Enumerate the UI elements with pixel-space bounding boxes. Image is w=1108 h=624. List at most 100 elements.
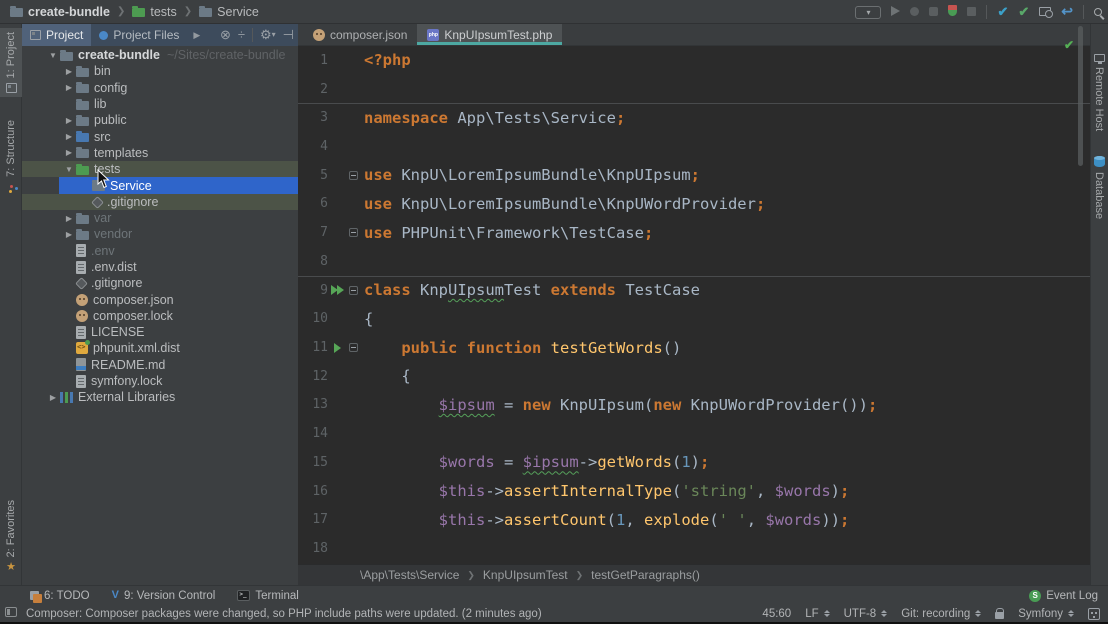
toolwindow-button-6-todo[interactable]: 6: TODO: [30, 590, 90, 603]
tree-item-env[interactable]: .env: [22, 243, 298, 259]
lock-status-widget[interactable]: [995, 608, 1005, 619]
code-token: ,: [755, 482, 775, 501]
toolwindow-button-remote-host[interactable]: Remote Host: [1090, 50, 1108, 135]
collapse-all-button[interactable]: ÷: [238, 28, 245, 42]
nav-breadcrumb-create-bundle[interactable]: create-bundle: [4, 4, 116, 20]
tree-item-external-libraries[interactable]: ▶ External Libraries: [22, 389, 298, 405]
rollback-button[interactable]: ↩: [1061, 3, 1073, 21]
tree-item-phpunit-xml-dist[interactable]: phpunit.xml.dist: [22, 340, 298, 356]
status-widget-utf-8[interactable]: UTF-8: [844, 608, 888, 620]
expand-arrow-icon[interactable]: ▶: [62, 148, 76, 157]
debug-icon: [910, 7, 920, 16]
tree-item-license[interactable]: LICENSE: [22, 324, 298, 340]
fold-marker-icon[interactable]: [346, 170, 360, 180]
debug-button[interactable]: [910, 3, 920, 21]
line-number: 18: [312, 541, 328, 557]
tab-project-files[interactable]: Project Files: [91, 24, 187, 46]
status-widget-45-60[interactable]: 45:60: [762, 608, 791, 620]
nav-breadcrumb-tests[interactable]: tests: [126, 4, 182, 20]
code-line: 8: [298, 247, 1090, 276]
tree-item-tests[interactable]: ▼ tests: [22, 161, 298, 178]
toolwindow-toggle-icon[interactable]: [5, 607, 17, 617]
search-everywhere-button[interactable]: [1094, 3, 1102, 21]
tree-item-public[interactable]: ▶ public: [22, 112, 298, 128]
toolwindow-button-structure[interactable]: 7: Structure: [0, 116, 22, 195]
tree-item-var[interactable]: ▶ var: [22, 210, 298, 226]
editor-breadcrumb-app-tests-service[interactable]: \App\Tests\Service: [360, 568, 459, 582]
expand-arrow-icon[interactable]: ▶: [46, 393, 60, 402]
tree-item-composer-lock[interactable]: composer.lock: [22, 308, 298, 324]
toolwindow-button-favorites[interactable]: 2: Favorites ★: [0, 496, 22, 577]
line-number: 11: [312, 340, 328, 356]
expand-arrow-icon[interactable]: ▶: [62, 83, 76, 92]
editor-breadcrumb-testgetparagraphs[interactable]: testGetParagraphs(): [591, 568, 700, 582]
expand-arrow-icon[interactable]: ▶: [62, 214, 76, 223]
tree-item-symfony-lock[interactable]: symfony.lock: [22, 373, 298, 389]
kill-button[interactable]: [929, 3, 939, 21]
tree-item-create-bundle[interactable]: ▼ create-bundle ~/Sites/create-bundle: [22, 47, 298, 63]
code-line: 18: [298, 534, 1090, 563]
toolwindow-button-9-version-control[interactable]: V 9: Version Control: [112, 590, 216, 602]
event-log-label: Event Log: [1046, 589, 1098, 602]
toolwindow-button-database[interactable]: Database: [1090, 152, 1108, 223]
folder-icon: [76, 114, 89, 126]
status-widget-symfony[interactable]: Symfony: [1018, 608, 1074, 620]
expand-arrow-icon[interactable]: ▶: [62, 132, 76, 141]
run-test-icon[interactable]: [328, 285, 346, 296]
tree-item-gitignore[interactable]: .gitignore: [22, 275, 298, 291]
fold-marker-icon[interactable]: [346, 228, 360, 238]
tree-item-gitignore[interactable]: .gitignore: [22, 193, 298, 210]
code-token: Knp: [410, 281, 448, 300]
run-with-coverage-button[interactable]: [948, 3, 958, 21]
editor-tab-composer-json[interactable]: composer.json: [303, 24, 417, 45]
run-test-icon[interactable]: [328, 342, 346, 353]
fold-marker-icon[interactable]: [346, 285, 360, 295]
tree-item-readme-md[interactable]: README.md: [22, 357, 298, 373]
toolwindow-button-terminal[interactable]: Terminal: [237, 590, 299, 602]
run-config-combo-button[interactable]: ▾: [855, 5, 882, 19]
status-message[interactable]: Composer: Composer packages were changed…: [0, 608, 542, 620]
stop-button[interactable]: [967, 3, 977, 21]
tree-item-vendor[interactable]: ▶ vendor: [22, 226, 298, 242]
expand-arrow-icon[interactable]: ▶: [62, 67, 76, 76]
editor-breadcrumb-knpuipsumtest[interactable]: KnpUIpsumTest: [483, 568, 568, 582]
editor-scrollbar[interactable]: [1078, 26, 1083, 166]
status-widget-git-recording[interactable]: Git: recording: [901, 608, 982, 620]
tree-item-lib[interactable]: lib: [22, 96, 298, 112]
fold-box: [348, 228, 358, 238]
inspection-status-icon[interactable]: ✔: [1064, 38, 1074, 52]
face-status-widget[interactable]: [1088, 607, 1100, 620]
tree-item-templates[interactable]: ▶ templates: [22, 145, 298, 161]
expand-arrow-icon[interactable]: ▼: [62, 165, 76, 174]
composer-icon: [76, 309, 88, 322]
expand-arrow-icon[interactable]: ▶: [62, 116, 76, 125]
code-editor[interactable]: 1 <?php 2 3 namespace App\Tests\Service; 4 5 us…: [298, 46, 1090, 565]
run-method-icon: [333, 342, 341, 353]
tab-project[interactable]: Project: [22, 24, 92, 46]
code-token: UIpsum: [448, 281, 504, 300]
tree-item-src[interactable]: ▶ src: [22, 128, 298, 144]
status-widget-lf[interactable]: LF: [805, 608, 830, 620]
locate-button[interactable]: ⊗: [220, 28, 231, 42]
chevron-right-icon[interactable]: ▶: [193, 30, 200, 41]
local-history-button[interactable]: [1039, 3, 1054, 21]
expand-arrow-icon[interactable]: ▼: [46, 51, 60, 60]
tree-item-env-dist[interactable]: .env.dist: [22, 259, 298, 275]
settings-button[interactable]: ⚙: [260, 28, 276, 42]
commit-button[interactable]: ✔: [1018, 3, 1029, 21]
editor-tab-knpuipsumtest-php[interactable]: KnpUIpsumTest.php: [417, 24, 563, 45]
nav-breadcrumb-service[interactable]: Service: [193, 4, 265, 20]
run-button[interactable]: [891, 3, 901, 21]
event-log-button[interactable]: Event Log: [1029, 589, 1098, 602]
expand-arrow-icon[interactable]: ▶: [62, 230, 76, 239]
tree-item-service[interactable]: Service: [22, 177, 298, 194]
toolwindow-button-label: Database: [1093, 172, 1105, 220]
hide-button[interactable]: ⊣: [283, 28, 294, 42]
tree-item-config[interactable]: ▶ config: [22, 80, 298, 96]
editor-area[interactable]: composer.json KnpUIpsumTest.php 1 <?php 2 3 n…: [298, 24, 1090, 585]
fold-marker-icon[interactable]: [346, 343, 360, 353]
tree-item-bin[interactable]: ▶ bin: [22, 63, 298, 79]
update-project-button[interactable]: ✔: [997, 3, 1008, 21]
tree-item-composer-json[interactable]: composer.json: [22, 291, 298, 307]
toolwindow-button-project[interactable]: 1: Project: [0, 28, 22, 98]
